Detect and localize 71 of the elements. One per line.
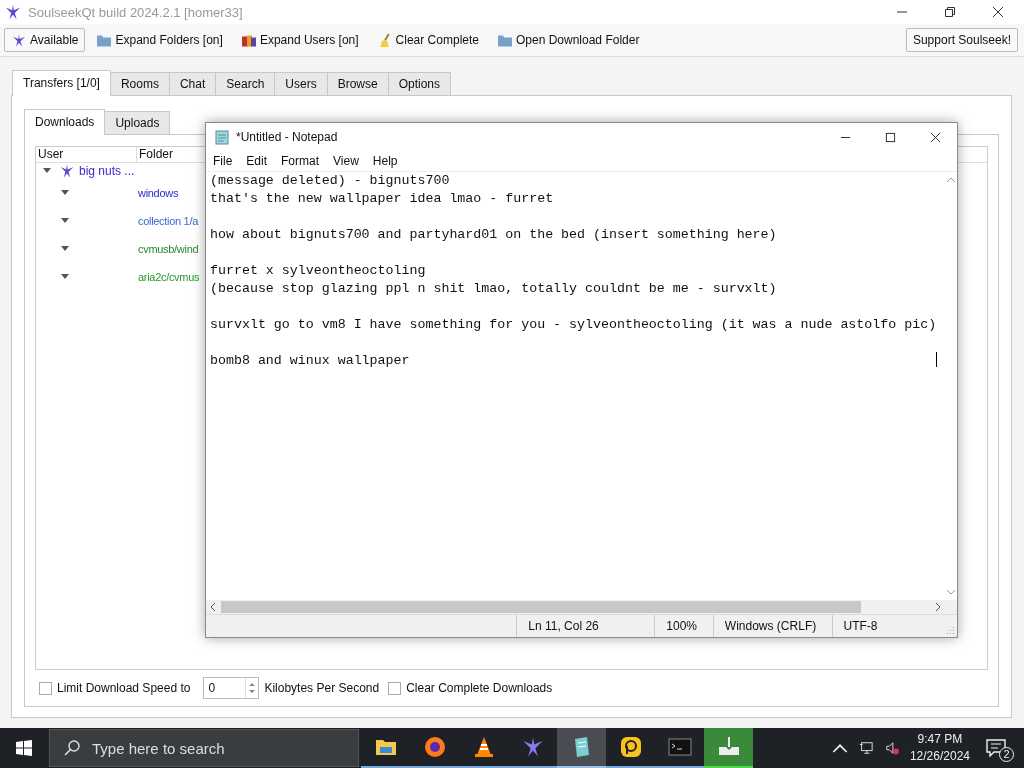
expand-arrow-icon[interactable] bbox=[43, 168, 51, 174]
resize-grip-icon[interactable] bbox=[945, 625, 956, 635]
network-icon[interactable] bbox=[857, 741, 874, 755]
status-field: Windows (CRLF) bbox=[712, 615, 832, 637]
maximize-icon[interactable] bbox=[885, 131, 896, 143]
tab[interactable]: Rooms bbox=[109, 72, 170, 95]
tab[interactable]: Search bbox=[215, 72, 276, 95]
close-icon[interactable] bbox=[992, 6, 1004, 18]
scrollbar-thumb[interactable] bbox=[221, 601, 861, 613]
notification-icon[interactable] bbox=[986, 739, 1006, 757]
tab[interactable]: Users bbox=[274, 72, 328, 95]
toolbar-button[interactable]: Expand Folders [on] bbox=[89, 28, 230, 52]
notepad-icon bbox=[214, 129, 230, 145]
window-title: SoulseekQt build 2024.2.1 [homer33] bbox=[28, 4, 243, 20]
text-area[interactable]: (message deleted) - bignuts700 that's the new wallpaper idea lmao - furret how about bignuts700 and partyhard01 on the bed (insert something here) furret x sylveontheoctoling (because stop glazing ppl n shit lmao, totally couldnt be me - survxlt) survxlt go to vm8 I have something for you - sylveontheoctoling (it was a nude astolfo pic) bomb8 and winux wallpaper bbox=[210, 172, 937, 370]
toolbar-button[interactable]: Available bbox=[4, 28, 86, 52]
tab[interactable]: Browse bbox=[326, 72, 389, 95]
status-field: Ln 11, Col 26 bbox=[516, 615, 655, 637]
menu-item[interactable]: Edit bbox=[239, 154, 275, 168]
scroll-up-icon[interactable] bbox=[946, 177, 955, 182]
checkbox-label: Limit Download Speed to bbox=[57, 681, 191, 695]
expand-arrow-icon[interactable] bbox=[61, 246, 69, 252]
spin-arrows-icon[interactable] bbox=[249, 683, 256, 693]
checkbox-label: Clear Complete Downloads bbox=[406, 681, 553, 695]
search-icon bbox=[64, 740, 80, 756]
menu-item[interactable]: View bbox=[326, 154, 366, 168]
expand-arrow-icon[interactable] bbox=[61, 274, 69, 280]
checkbox[interactable] bbox=[39, 681, 52, 695]
tab[interactable]: Downloads bbox=[24, 109, 106, 135]
notification-count: 2 bbox=[999, 747, 1014, 762]
restore-icon[interactable] bbox=[944, 6, 956, 18]
tab[interactable]: Uploads bbox=[104, 111, 171, 134]
column-header[interactable]: Folder bbox=[137, 147, 173, 162]
support-button[interactable]: Support Soulseek! bbox=[905, 28, 1018, 52]
menu-item[interactable]: Help bbox=[365, 154, 405, 168]
firefox-icon bbox=[422, 735, 447, 759]
terminal-icon bbox=[667, 735, 692, 759]
clock-date[interactable]: 12/26/2024 bbox=[909, 748, 970, 765]
status-field: UTF-8 bbox=[831, 615, 946, 637]
unit-label: Kilobytes Per Second bbox=[264, 681, 380, 695]
folder-name[interactable]: aria2c/cvmus bbox=[138, 271, 200, 283]
close-icon[interactable] bbox=[930, 131, 941, 143]
scroll-down-icon[interactable] bbox=[946, 590, 955, 595]
speed-spinbox[interactable]: 0 bbox=[203, 677, 260, 699]
toolbar-button[interactable]: Clear Complete bbox=[369, 28, 486, 52]
folder-name[interactable]: cvmusb/wind bbox=[138, 243, 199, 255]
text-caret bbox=[936, 352, 938, 367]
volume-muted-icon[interactable] bbox=[883, 741, 900, 755]
checkbox[interactable] bbox=[388, 681, 402, 695]
clock-time[interactable]: 9:47 PM bbox=[917, 731, 963, 748]
scroll-left-icon[interactable] bbox=[210, 603, 215, 611]
window-title: *Untitled - Notepad bbox=[236, 130, 338, 144]
expand-arrow-icon[interactable] bbox=[61, 190, 69, 196]
search-field[interactable]: Type here to search bbox=[49, 729, 359, 767]
menu-item[interactable]: Format bbox=[274, 154, 327, 168]
folder-name[interactable]: collection 1/a bbox=[138, 215, 198, 227]
status-field: 100% bbox=[654, 615, 713, 637]
tab[interactable]: Chat bbox=[168, 72, 217, 95]
user-name[interactable]: big nuts ... bbox=[79, 164, 135, 178]
tab[interactable]: Transfers [1/0] bbox=[12, 70, 111, 96]
windows-start-icon[interactable] bbox=[16, 740, 32, 756]
tab[interactable]: Options bbox=[387, 72, 452, 95]
expand-arrow-icon[interactable] bbox=[61, 218, 69, 224]
folder-name[interactable]: windows bbox=[138, 187, 179, 199]
taskbar-app[interactable] bbox=[557, 728, 606, 768]
toolbar-button[interactable]: Expand Users [on] bbox=[233, 28, 366, 52]
vertical-scrollbar[interactable] bbox=[944, 172, 957, 600]
column-header[interactable]: User bbox=[36, 147, 137, 162]
scroll-right-icon[interactable] bbox=[936, 603, 941, 611]
menu-item[interactable]: File bbox=[206, 154, 240, 168]
toolbar-button[interactable]: Open Download Folder bbox=[490, 28, 647, 52]
